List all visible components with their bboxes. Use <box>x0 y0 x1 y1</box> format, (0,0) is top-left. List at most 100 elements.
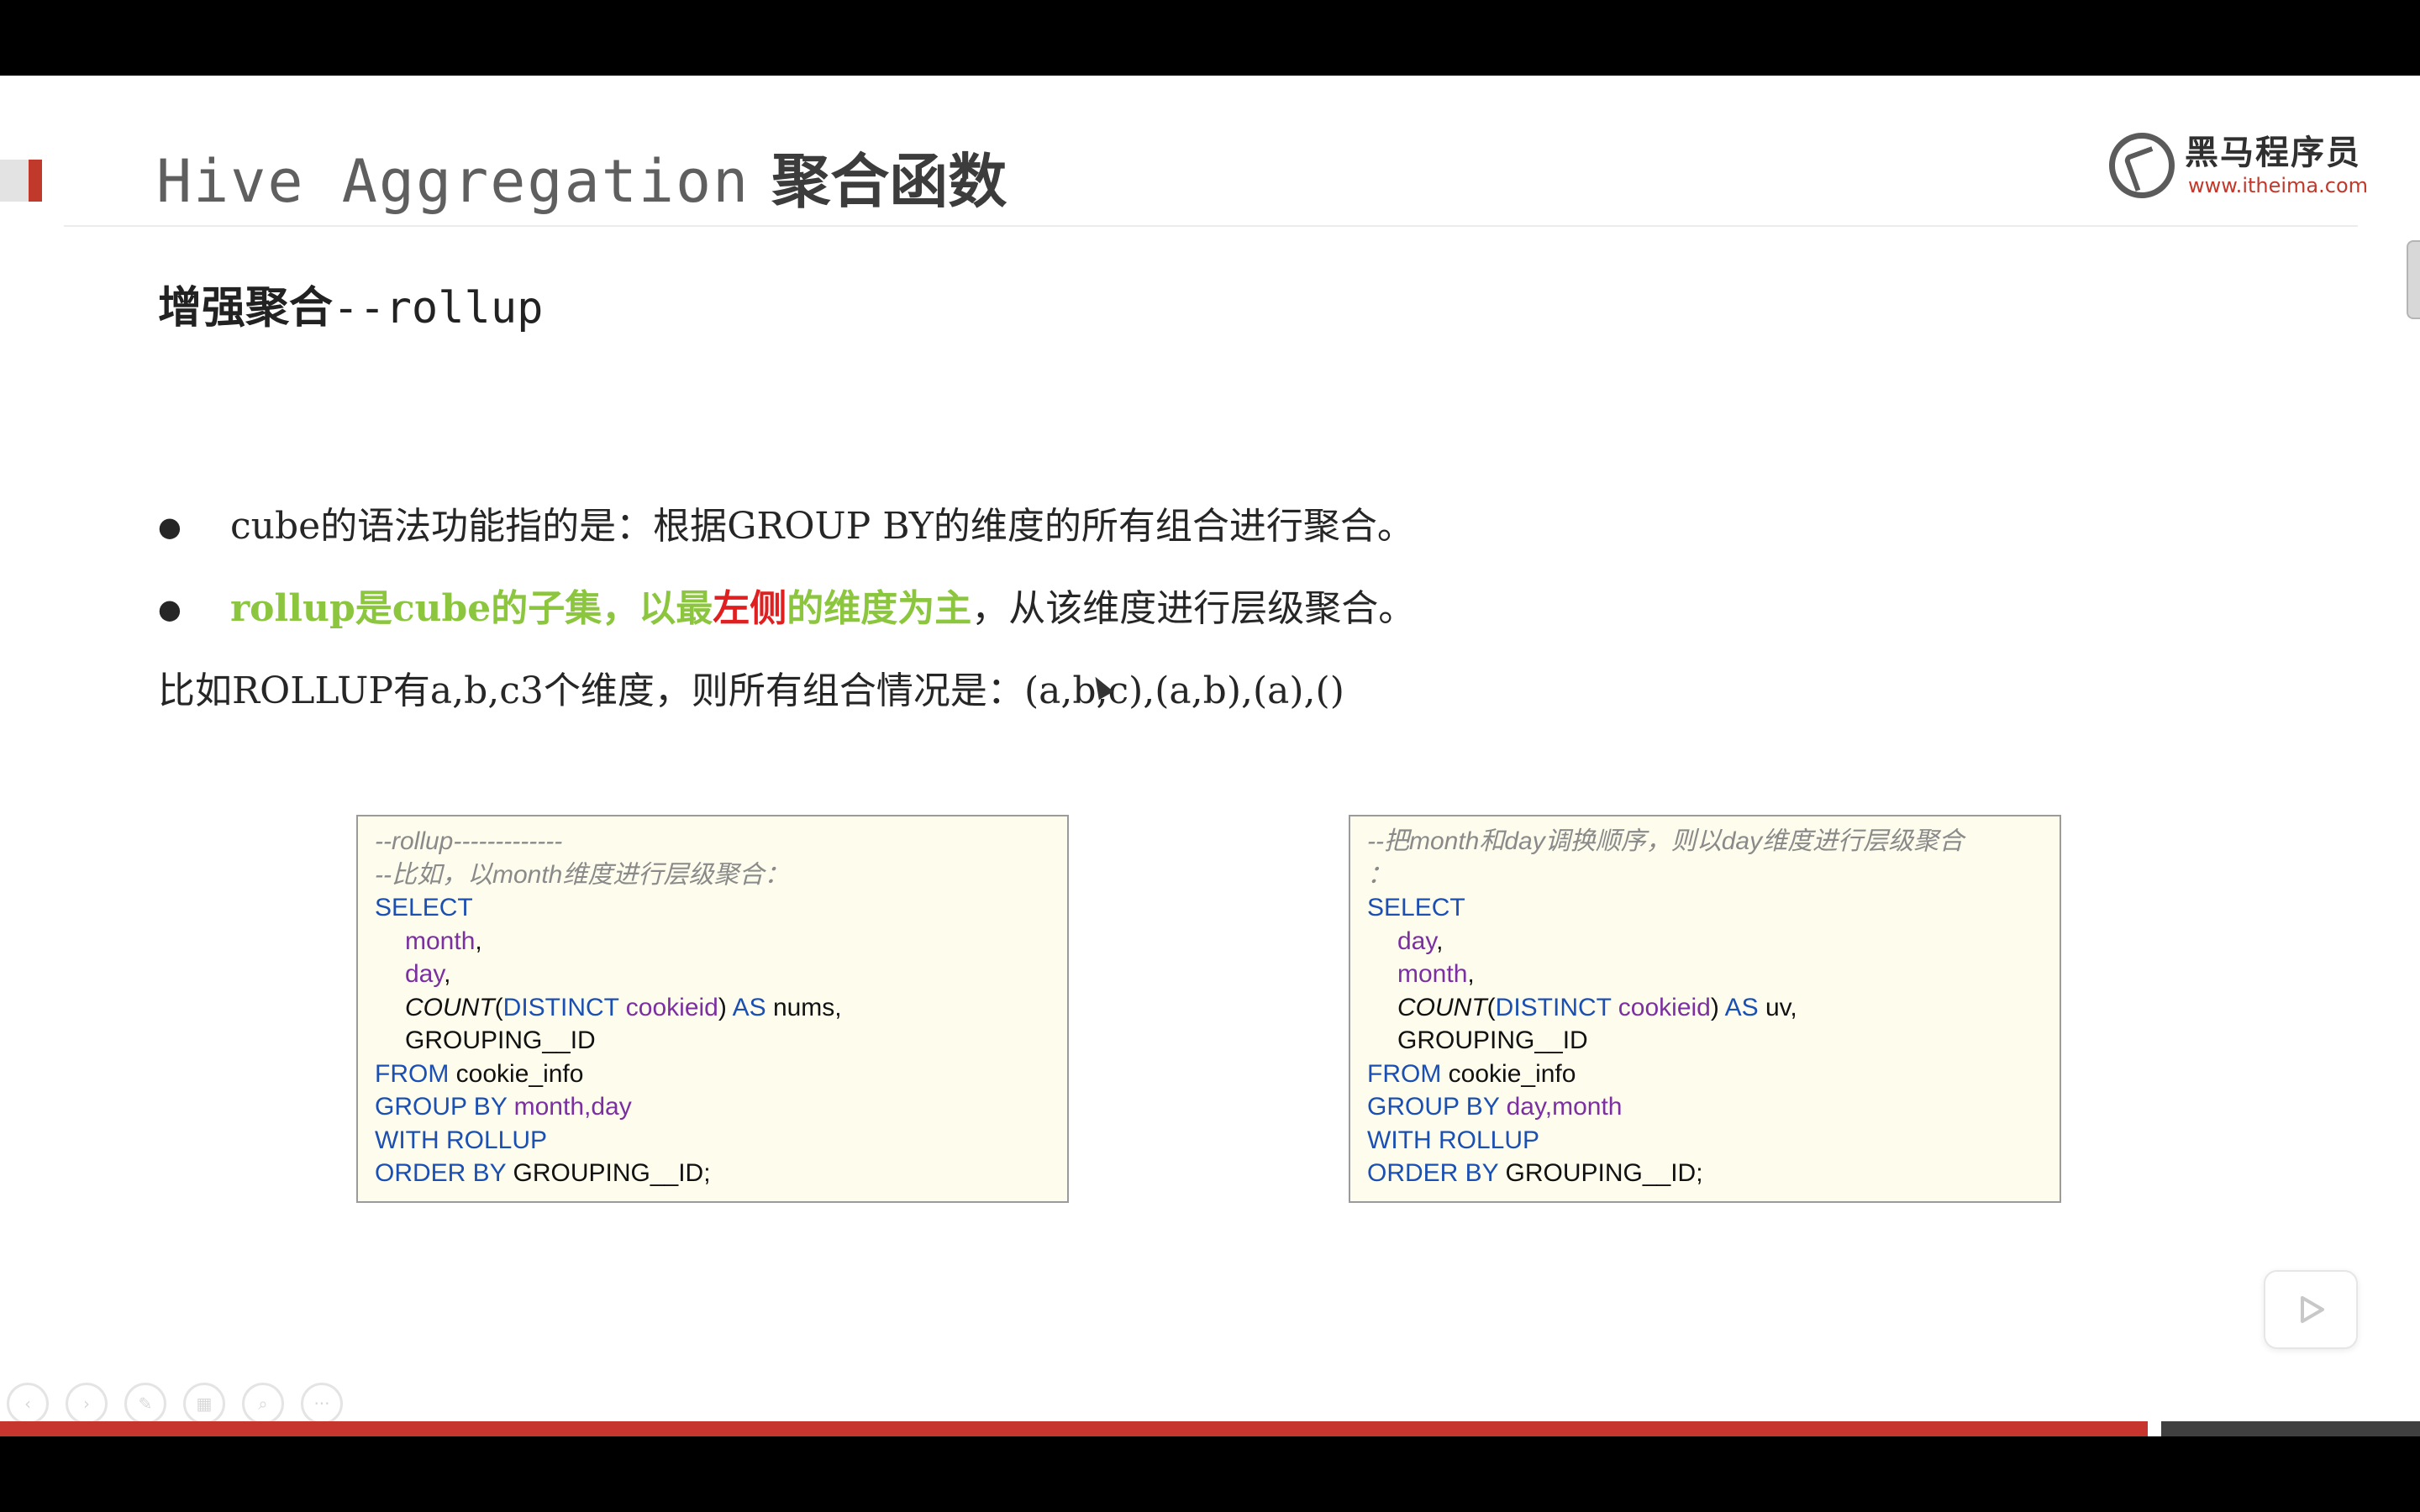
code-token: , <box>475 927 482 955</box>
code-token: ) <box>718 993 727 1021</box>
section-heading-en: --rollup <box>333 283 544 333</box>
more-icon[interactable]: ··· <box>301 1383 343 1425</box>
code-token: day <box>1397 927 1437 955</box>
code-token: cookieid <box>1618 993 1711 1021</box>
code-token: month,day <box>513 1093 632 1121</box>
pen-icon[interactable]: ✎ <box>124 1383 166 1425</box>
code-comment: --比如，以month维度进行层级聚合： <box>375 860 790 889</box>
code-line: ORDER BY GROUPING__ID; <box>1367 1157 2043 1190</box>
bullet-text: cube <box>230 505 321 548</box>
example-text: 个维度，则所有组合情况是： <box>543 669 1024 712</box>
code-line: GROUP BY month,day <box>375 1090 1050 1124</box>
example-text: 有 <box>392 669 430 712</box>
bullet-text: 的语法功能指的是：根据 <box>320 505 728 548</box>
bullet-text: 的维度为主 <box>786 587 972 630</box>
code-line: FROM cookie_info <box>375 1058 1050 1091</box>
code-line: COUNT(DISTINCT cookieid) AS nums, <box>375 991 1050 1025</box>
code-token: cookie_info <box>455 1059 584 1088</box>
code-line: ORDER BY GROUPING__ID; <box>375 1157 1050 1190</box>
code-line: FROM cookie_info <box>1367 1058 2043 1091</box>
code-token: AS <box>732 993 766 1021</box>
code-token: ORDER BY <box>1367 1159 1499 1187</box>
zoom-icon[interactable]: ⌕ <box>242 1383 284 1425</box>
page-title-en: Hive Aggregation <box>156 147 750 216</box>
bullet-text: 是 <box>355 587 392 630</box>
code-comment: --rollup------------- <box>375 827 563 855</box>
title-divider <box>64 225 2358 227</box>
bullet-dot-icon: ● <box>158 593 182 625</box>
code-token: GROUPING__ID; <box>1505 1159 1703 1187</box>
bullet-text: cube <box>392 587 492 630</box>
horse-logo-icon <box>2109 133 2175 198</box>
code-token: day,month <box>1506 1093 1623 1121</box>
page-title: Hive Aggregation 聚合函数 <box>156 139 1007 223</box>
code-token: , <box>1467 960 1475 988</box>
logo-name: 黑马程序员 <box>2185 134 2361 172</box>
code-token: month <box>405 927 476 955</box>
bullet-item-cube: ● cube的语法功能指的是：根据GROUP BY的维度的所有组合进行聚合。 <box>158 497 1414 556</box>
play-icon <box>2301 1296 2324 1323</box>
slide: Hive Aggregation 聚合函数 黑马程序员 www.itheima.c… <box>0 76 2420 1436</box>
example-text: a,b,c3 <box>429 669 544 712</box>
code-token: DISTINCT <box>502 993 619 1021</box>
code-token: uv, <box>1765 993 1797 1021</box>
bullet-text: 左侧 <box>713 587 787 630</box>
play-button[interactable] <box>2264 1270 2358 1349</box>
bullet-item-rollup: ● rollup是cube的子集，以最左侧的维度为主，从该维度进行层级聚合。 <box>158 580 1415 638</box>
side-panel-handle[interactable] <box>2407 240 2420 319</box>
code-token: , <box>1436 927 1444 955</box>
bullet-dot-icon: ● <box>158 511 182 543</box>
code-line: COUNT(DISTINCT cookieid) AS uv, <box>1367 991 2043 1025</box>
code-token: ORDER BY <box>375 1159 507 1187</box>
brand-logo: 黑马程序员 www.itheima.com <box>2107 123 2368 207</box>
example-text: 比如 <box>158 669 232 712</box>
title-marker-red <box>29 160 42 202</box>
code-token: COUNT <box>405 993 495 1021</box>
code-token: FROM <box>1367 1059 1442 1088</box>
bullet-text: ，从该维度进行层级聚合。 <box>971 587 1416 630</box>
code-comment: --把month和day调换顺序，则以day维度进行层级聚合 <box>1367 827 1965 855</box>
page-title-zh: 聚合函数 <box>771 147 1007 216</box>
code-token: FROM <box>375 1059 450 1088</box>
code-line: WITH ROLLUP <box>375 1126 548 1154</box>
bullet-text: 的维度的所有组合进行聚合。 <box>933 505 1414 548</box>
code-line: GROUP BY day,month <box>1367 1090 2043 1124</box>
code-block-left: --rollup------------- --比如，以month维度进行层级聚… <box>356 815 1069 1203</box>
code-line: GROUPING__ID <box>1397 1026 1588 1054</box>
bullet-text: 的子集，以最 <box>491 587 713 630</box>
footer-bar-red <box>0 1421 2148 1436</box>
example-text: (a,b,c),(a,b),(a),() <box>1023 669 1344 712</box>
code-line: GROUPING__ID <box>405 1026 596 1054</box>
code-token: GROUP BY <box>375 1093 508 1121</box>
prev-icon[interactable]: ‹ <box>7 1383 49 1425</box>
section-heading: 增强聚合--rollup <box>158 277 543 339</box>
code-token: ( <box>494 993 503 1021</box>
code-token: GROUP BY <box>1367 1093 1500 1121</box>
code-line: day, <box>375 958 1050 991</box>
code-line: WITH ROLLUP <box>1367 1126 1540 1154</box>
code-token: nums, <box>772 993 842 1021</box>
title-marker-grey <box>0 160 29 202</box>
logo-url: www.itheima.com <box>2188 174 2369 197</box>
bullet-text: GROUP BY <box>727 505 934 548</box>
example-text: ROLLUP <box>232 669 393 712</box>
example-line: 比如ROLLUP有a,b,c3个维度，则所有组合情况是：(a,b,c),(a,b… <box>158 662 1344 721</box>
code-comment: ： <box>1367 860 1392 889</box>
footer-bar-dark <box>2161 1421 2420 1436</box>
code-token: , <box>444 960 451 988</box>
bullet-text: rollup <box>230 587 355 630</box>
code-token: GROUPING__ID; <box>513 1159 711 1187</box>
code-token: month <box>1397 960 1468 988</box>
code-token: cookie_info <box>1448 1059 1576 1088</box>
slides-icon[interactable]: ▦ <box>183 1383 225 1425</box>
code-token: AS <box>1724 993 1759 1021</box>
code-token: day <box>405 960 445 988</box>
code-token: ( <box>1486 993 1496 1021</box>
next-icon[interactable]: › <box>66 1383 108 1425</box>
code-token: COUNT <box>1397 993 1487 1021</box>
code-line: SELECT <box>375 894 473 921</box>
code-line: day, <box>1367 925 2043 958</box>
code-line: month, <box>1367 958 2043 991</box>
code-line: SELECT <box>1367 894 1465 921</box>
code-token: cookieid <box>625 993 718 1021</box>
